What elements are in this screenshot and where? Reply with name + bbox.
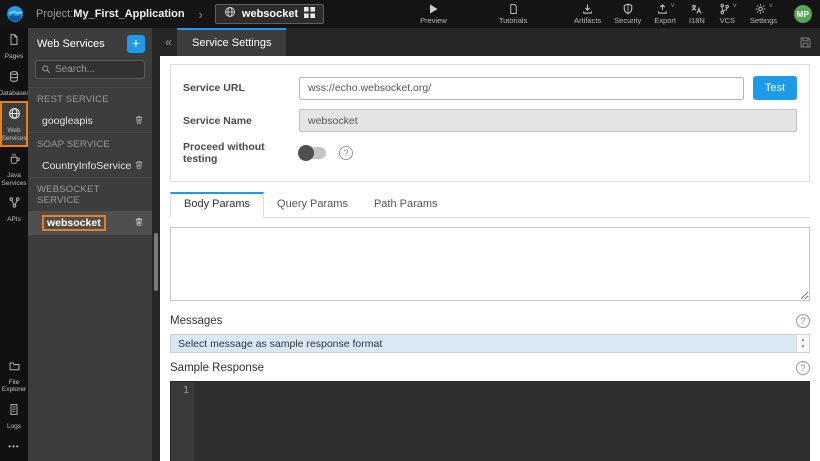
i18n-button[interactable]: I18N [689, 3, 705, 25]
vcs-branch-icon [718, 3, 731, 15]
preview-button[interactable]: Preview [420, 3, 447, 25]
logs-icon [8, 403, 20, 421]
user-avatar[interactable]: MP [794, 5, 812, 23]
export-button[interactable]: ˅ Export [654, 3, 676, 25]
service-search-input[interactable] [55, 64, 140, 75]
params-tabs: Body Params Query Params Path Params [170, 192, 810, 218]
section-header-rest: REST SERVICE [28, 87, 152, 110]
listbox-scrollbar[interactable]: ▲▼ [796, 335, 809, 352]
delete-service-icon[interactable] [134, 159, 144, 173]
tab-service-settings[interactable]: Service Settings [177, 28, 286, 56]
settings-gear-icon [754, 3, 767, 15]
open-service-tab-websocket[interactable]: websocket [215, 4, 324, 24]
security-button[interactable]: Security [614, 3, 641, 25]
search-icon [41, 61, 51, 79]
rail-item-web-services[interactable]: Web Services [0, 101, 28, 147]
editor-line-number: 1 [171, 382, 194, 461]
document-icon [508, 3, 519, 15]
scrollbar-thumb[interactable] [154, 233, 158, 291]
service-item-googleapis[interactable]: googleapis [28, 110, 152, 132]
open-service-tab-label: websocket [242, 8, 298, 20]
rail-item-file-explorer[interactable]: File Explorer [0, 354, 28, 398]
rail-item-java-services[interactable]: Java Services [0, 147, 28, 191]
tab-path-params[interactable]: Path Params [361, 192, 451, 217]
help-icon[interactable]: ? [339, 146, 353, 160]
project-label: Project: [36, 8, 73, 20]
editor-content[interactable] [194, 382, 809, 461]
globe-icon [8, 107, 21, 125]
wavemaker-studio-window: Project:My_First_Application › websocket… [0, 0, 820, 461]
workspace: Pages Databases Web Services Java Servic… [0, 28, 820, 461]
panel-scrollbar[interactable] [152, 28, 160, 461]
coffee-icon [8, 152, 21, 170]
service-url-input[interactable] [299, 77, 744, 100]
service-settings-content: Service URL Test Service Name Proceed wi… [160, 56, 820, 461]
proceed-without-testing-toggle[interactable] [299, 147, 326, 159]
scroll-up-icon[interactable]: ▲ [801, 337, 806, 343]
section-header-websocket: WEBSOCKET SERVICE [28, 177, 152, 211]
rail-item-pages[interactable]: Pages [0, 28, 28, 65]
delete-service-icon[interactable] [134, 114, 144, 128]
vcs-button[interactable]: ˅ VCS [718, 3, 737, 25]
sample-response-help-icon[interactable]: ? [796, 361, 810, 375]
test-button[interactable]: Test [753, 76, 797, 100]
folder-icon [8, 359, 21, 377]
chevron-down-icon: ˅ [733, 3, 737, 10]
messages-label: Messages [170, 315, 222, 327]
artifacts-button[interactable]: Artifacts [574, 3, 601, 25]
collapse-panel-icon[interactable]: « [160, 28, 177, 56]
dashboard-grid-icon[interactable] [304, 5, 315, 23]
tutorials-button[interactable]: Tutorials [499, 3, 527, 25]
chevron-down-icon: ˅ [769, 3, 773, 10]
rail-item-databases[interactable]: Databases [0, 65, 28, 102]
chevron-down-icon: ˅ [671, 3, 675, 10]
api-nodes-icon [8, 196, 21, 214]
sample-response-code-editor[interactable]: 1 [170, 381, 810, 461]
tab-body-params[interactable]: Body Params [170, 192, 264, 218]
left-icon-rail: Pages Databases Web Services Java Servic… [0, 28, 28, 461]
service-search-box[interactable] [35, 60, 145, 79]
delete-service-icon[interactable] [134, 216, 144, 230]
top-bar: Project:My_First_Application › websocket… [0, 0, 820, 28]
messages-selected-option[interactable]: Select message as sample response format [171, 335, 796, 352]
messages-listbox[interactable]: Select message as sample response format… [170, 334, 810, 353]
service-settings-form: Service URL Test Service Name Proceed wi… [170, 64, 810, 182]
service-name-label: Service Name [183, 115, 299, 127]
settings-button[interactable]: ˅ Settings [750, 3, 777, 25]
i18n-translate-icon [690, 3, 703, 15]
project-name[interactable]: My_First_Application [73, 8, 184, 20]
add-service-button[interactable]: + [127, 35, 145, 53]
panel-title: Web Services [37, 38, 105, 50]
top-right-actions: Artifacts Security ˅ Export I18N ˅ VCS ˅… [574, 3, 820, 25]
body-params-textarea[interactable] [170, 227, 810, 301]
database-icon [8, 70, 20, 88]
more-options-icon[interactable]: ••• [0, 434, 28, 461]
proceed-without-testing-label: Proceed without testing [183, 141, 299, 165]
save-icon[interactable] [790, 28, 820, 56]
artifacts-download-icon [581, 3, 594, 15]
scroll-down-icon[interactable]: ▼ [801, 344, 806, 350]
editor-tab-bar: « Service Settings [160, 28, 820, 56]
service-item-countryinfoservice[interactable]: CountryInfoService [28, 155, 152, 177]
messages-help-icon[interactable]: ? [796, 314, 810, 328]
service-item-websocket-selected[interactable]: websocket [28, 211, 152, 235]
sample-response-label: Sample Response [170, 362, 264, 374]
tab-query-params[interactable]: Query Params [264, 192, 361, 217]
rail-item-apis[interactable]: APIs [0, 191, 28, 228]
security-shield-icon [622, 3, 634, 15]
wavemaker-logo-icon[interactable] [0, 0, 30, 28]
main-editor-area: « Service Settings Service URL Test Serv… [160, 28, 820, 461]
rail-item-logs[interactable]: Logs [0, 398, 28, 435]
export-upload-icon [656, 3, 669, 15]
breadcrumb-chevron-icon: › [199, 7, 203, 22]
section-header-soap: SOAP SERVICE [28, 132, 152, 155]
play-icon [427, 3, 439, 15]
breadcrumb: Project:My_First_Application [36, 8, 185, 20]
service-url-label: Service URL [183, 82, 299, 94]
globe-icon [224, 5, 236, 23]
web-services-panel: Web Services + REST SERVICE googleapis S… [28, 28, 152, 461]
page-icon [8, 33, 20, 51]
service-name-input [299, 109, 797, 132]
